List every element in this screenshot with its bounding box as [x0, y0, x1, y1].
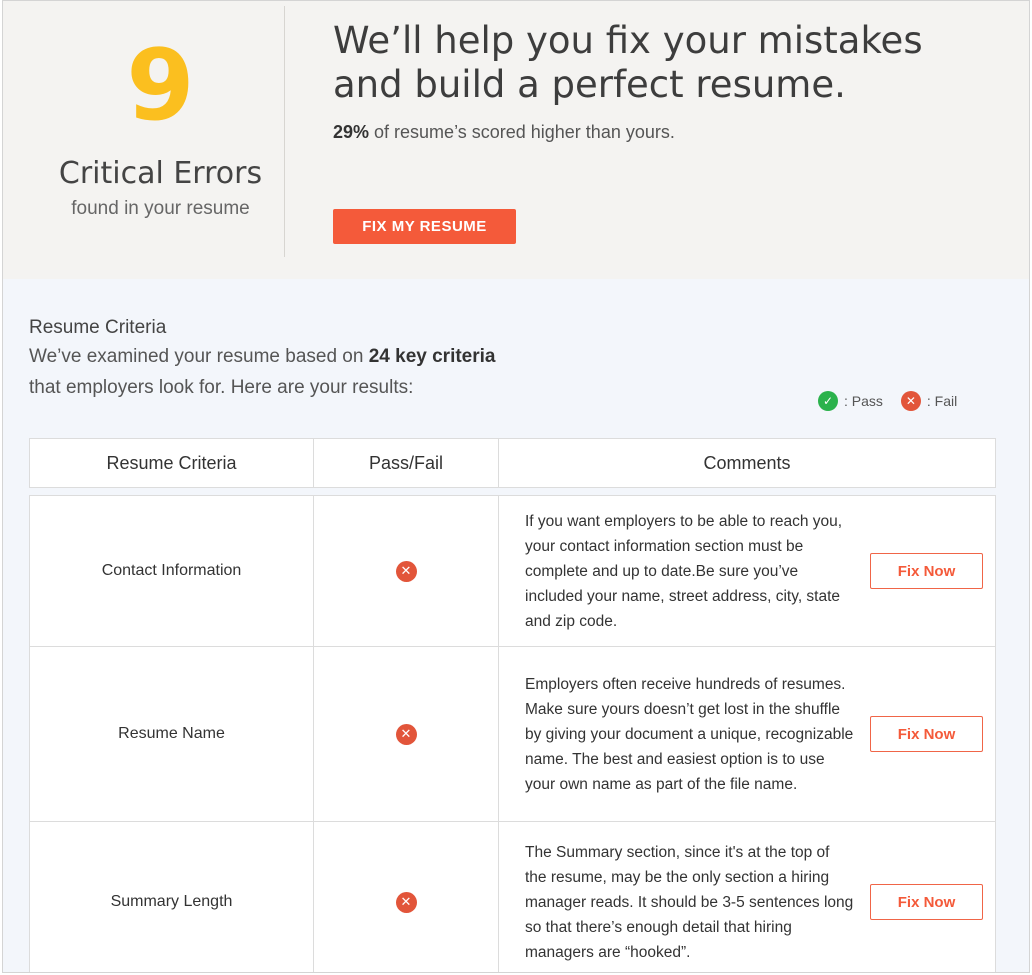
comment-cell: The Summary section, since it's at the t… — [499, 822, 995, 972]
criteria-table: Contact Information ✕ If you want employ… — [29, 495, 996, 972]
criteria-name: Summary Length — [110, 893, 233, 910]
criteria-section: Resume Criteria We’ve examined your resu… — [3, 279, 1029, 972]
criteria-title: Resume Criteria — [29, 317, 167, 338]
fix-now-button[interactable]: Fix Now — [870, 716, 983, 752]
table-row: Resume Name ✕ Employers often receive hu… — [30, 647, 995, 822]
table-row: Contact Information ✕ If you want employ… — [30, 496, 995, 647]
table-header: Resume Criteria Pass/Fail Comments — [29, 438, 996, 488]
hero-headline: We’ll help you fix your mistakes and bui… — [333, 19, 923, 106]
status-cell: ✕ — [314, 647, 499, 821]
comment-text: Employers often receive hundreds of resu… — [525, 675, 854, 793]
comment-cell: Employers often receive hundreds of resu… — [499, 647, 995, 821]
error-count: 9 — [126, 29, 195, 143]
comment-cell: If you want employers to be able to reac… — [499, 496, 995, 646]
comment-text: The Summary section, since it's at the t… — [525, 843, 854, 961]
x-circle-icon: ✕ — [900, 391, 921, 411]
criteria-cell: Contact Information — [30, 496, 314, 646]
header-pass-fail: Pass/Fail — [314, 439, 499, 487]
criteria-description-line2: that employers look for. Here are your r… — [29, 377, 414, 398]
status-cell: ✕ — [314, 822, 499, 972]
criteria-count: 24 key criteria — [368, 346, 496, 367]
criteria-name: Contact Information — [101, 562, 242, 579]
fix-my-resume-button[interactable]: FIX MY RESUME — [333, 209, 516, 244]
x-circle-icon: ✕ — [395, 560, 417, 582]
header-criteria: Resume Criteria — [30, 439, 314, 487]
legend-fail-label: : Fail — [926, 393, 958, 409]
x-circle-icon: ✕ — [395, 723, 417, 745]
fix-now-button[interactable]: Fix Now — [870, 884, 983, 920]
page-frame: 9 Critical Errors found in your resume W… — [2, 0, 1030, 973]
table-row: Summary Length ✕ The Summary section, si… — [30, 822, 995, 972]
score-hero: 9 Critical Errors found in your resume W… — [3, 1, 1029, 279]
score-panel: 9 Critical Errors found in your resume — [3, 1, 283, 279]
score-percent: 29% — [333, 122, 370, 142]
error-title: Critical Errors — [58, 156, 263, 191]
legend-pass: ✓ : Pass — [818, 391, 883, 411]
comment-text: If you want employers to be able to reac… — [525, 512, 843, 630]
criteria-description: We’ve examined your resume based on 24 k… — [29, 346, 495, 368]
check-circle-icon: ✓ — [818, 391, 838, 411]
legend-pass-label: : Pass — [844, 393, 883, 409]
x-circle-icon: ✕ — [395, 891, 417, 913]
criteria-name: Resume Name — [118, 725, 225, 742]
error-subtitle: found in your resume — [71, 198, 250, 219]
status-cell: ✕ — [314, 496, 499, 646]
header-comments: Comments — [703, 452, 791, 473]
criteria-cell: Resume Name — [30, 647, 314, 821]
fix-now-button[interactable]: Fix Now — [870, 553, 983, 589]
criteria-desc-prefix: We’ve examined your resume based on — [29, 346, 369, 367]
legend-fail: ✕ : Fail — [900, 391, 958, 411]
criteria-cell: Summary Length — [30, 822, 314, 972]
score-comparison: 29% of resume’s scored higher than yours… — [333, 122, 675, 143]
legend: ✓ : Pass ✕ : Fail — [818, 391, 975, 411]
score-comparison-text: of resume’s scored higher than yours. — [369, 122, 675, 142]
hero-divider — [284, 6, 285, 257]
